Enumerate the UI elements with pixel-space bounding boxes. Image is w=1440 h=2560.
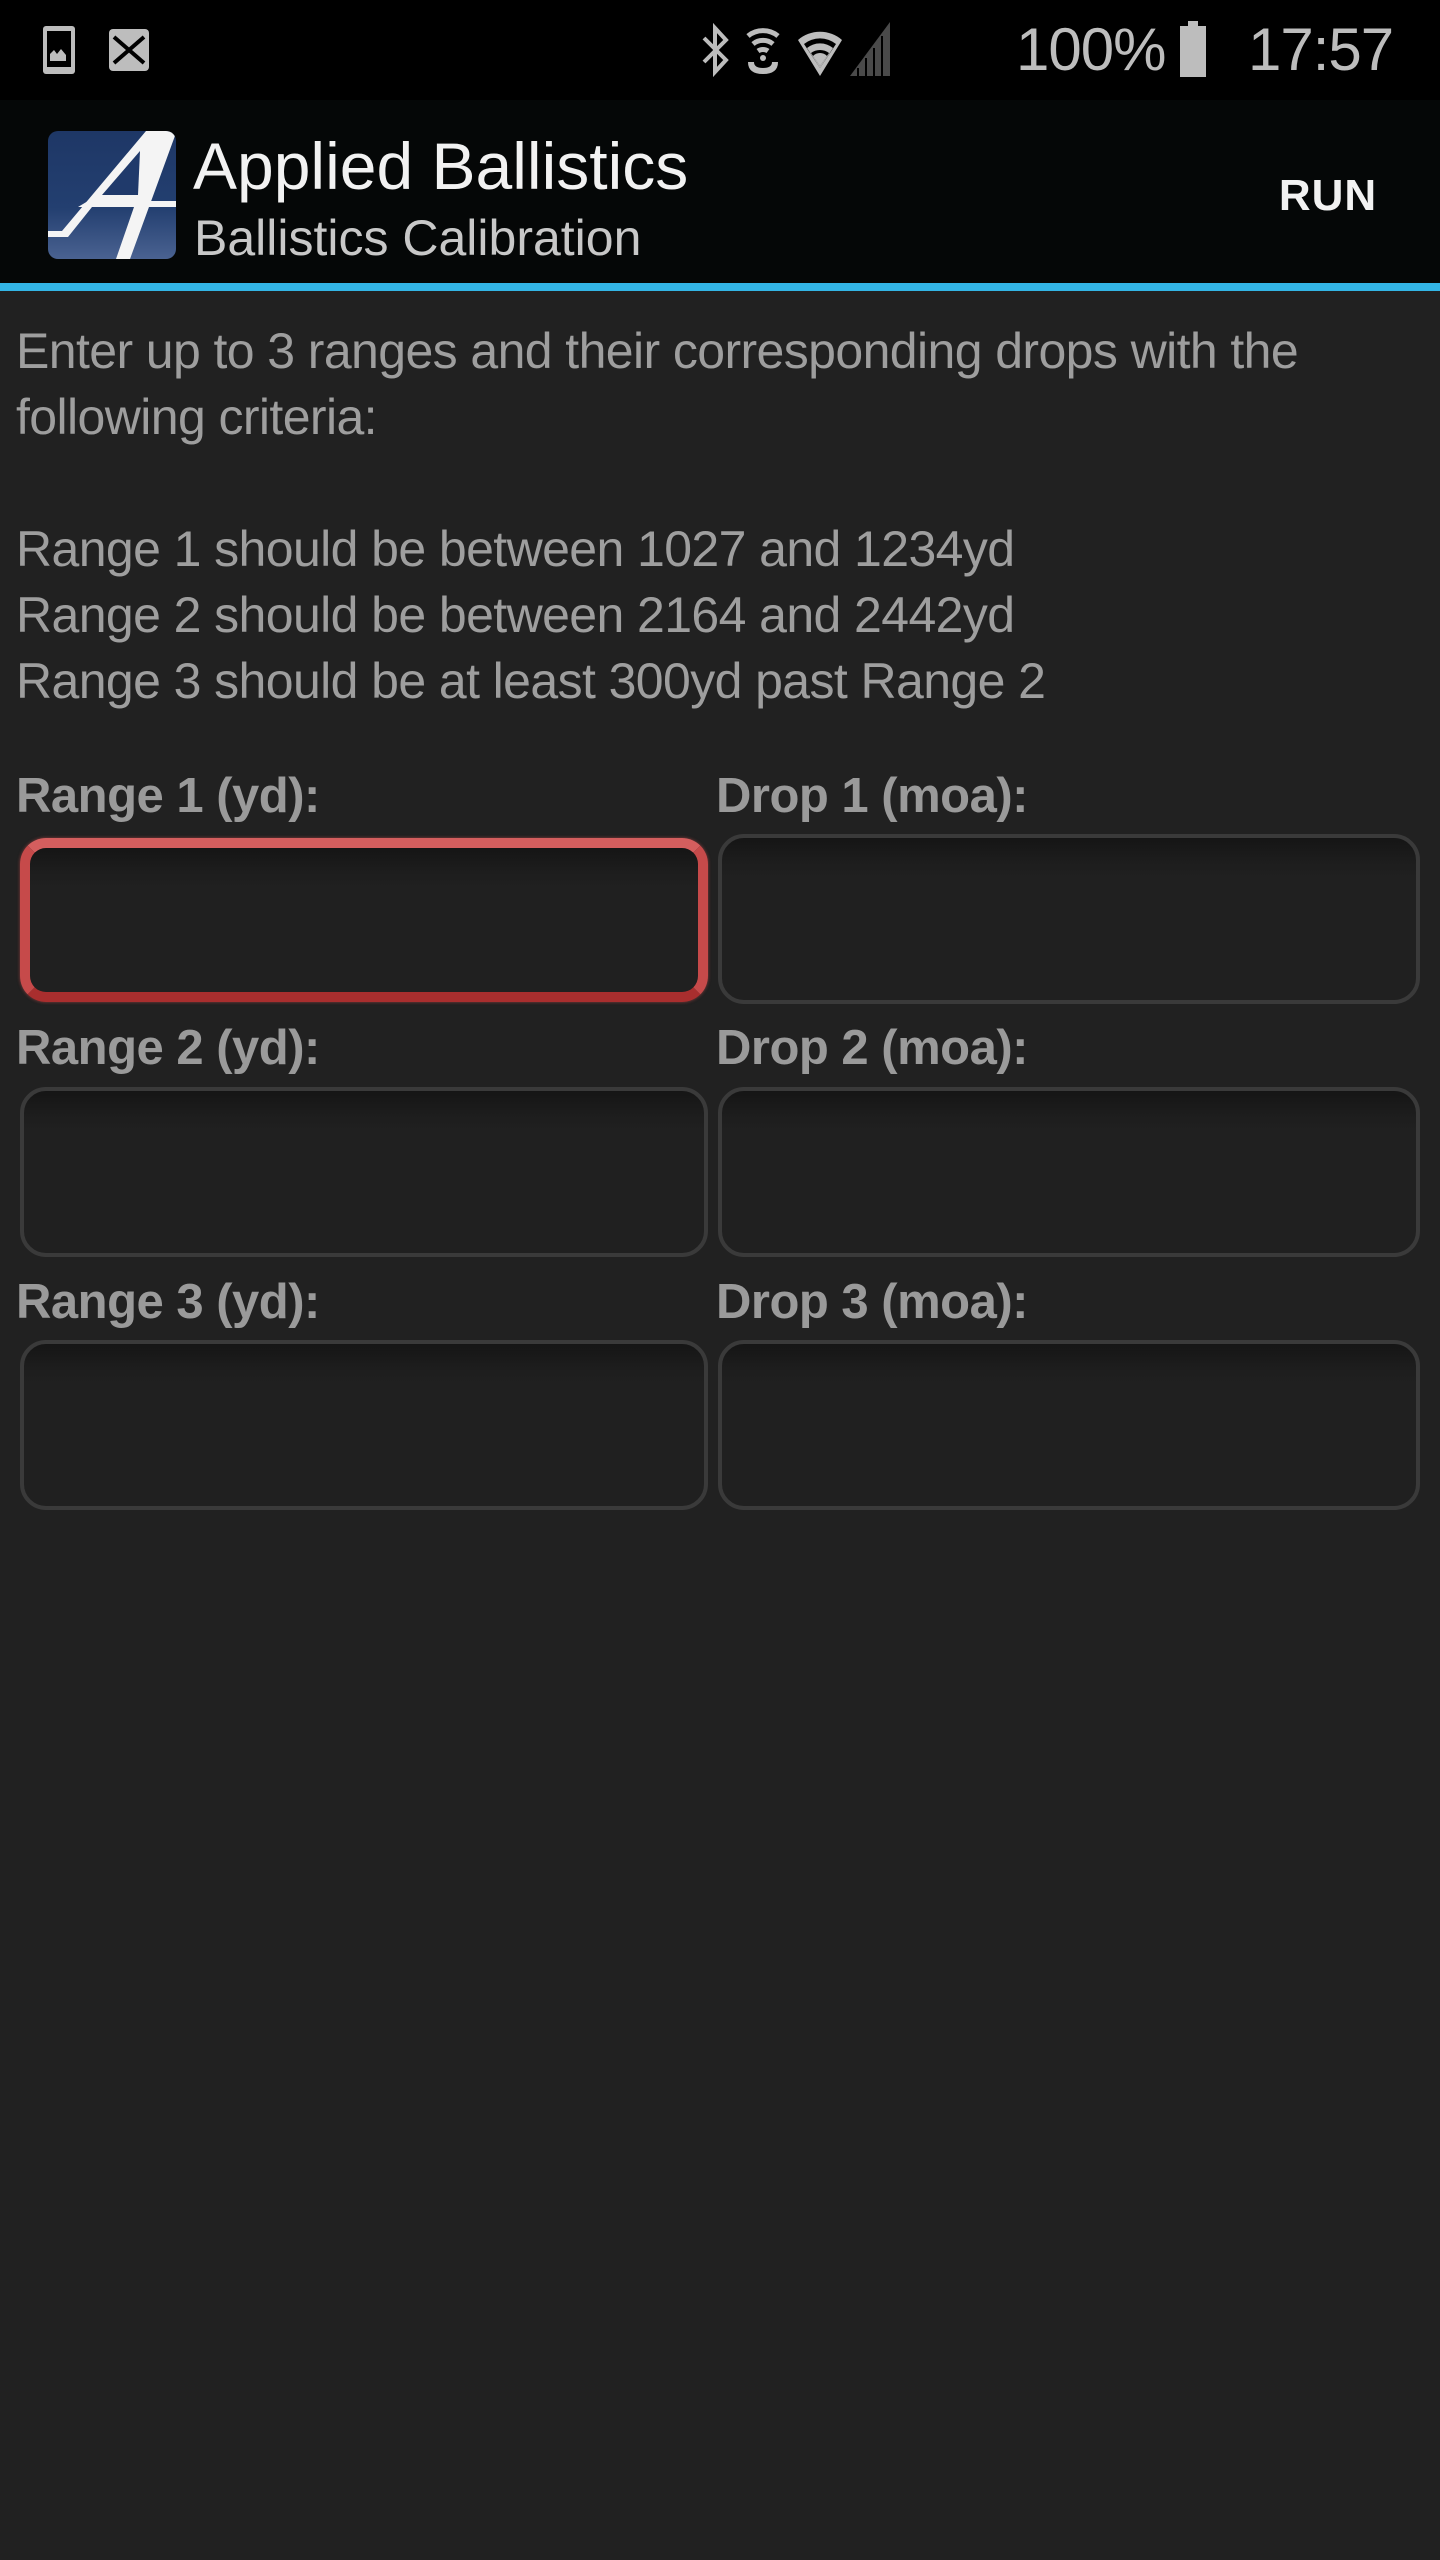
criteria-range-1: Range 1 should be between 1027 and 1234y…	[16, 521, 1015, 577]
range-2-input[interactable]	[24, 1091, 704, 1253]
wifi-icon	[798, 31, 842, 76]
mail-icon	[109, 29, 149, 71]
battery-icon	[1180, 21, 1206, 77]
range-3-label: Range 3 (yd):	[16, 1275, 320, 1329]
app-title: Applied Ballistics	[193, 129, 689, 203]
range-3-input[interactable]	[24, 1344, 704, 1506]
battery-percent: 100%	[1016, 16, 1166, 83]
criteria-range-3: Range 3 should be at least 300yd past Ra…	[16, 653, 1046, 709]
status-bar: 100% 17:57	[0, 0, 1440, 100]
criteria-range-2: Range 2 should be between 2164 and 2442y…	[16, 587, 1015, 643]
run-button[interactable]: RUN	[1256, 130, 1400, 262]
range-2-label: Range 2 (yd):	[16, 1021, 320, 1075]
drop-2-input[interactable]	[722, 1091, 1416, 1253]
drop-1-field[interactable]	[718, 834, 1420, 1004]
bluetooth-icon	[702, 22, 729, 78]
gallery-icon	[43, 26, 75, 74]
app-logo-icon[interactable]	[48, 131, 176, 259]
range-3-field[interactable]	[20, 1340, 708, 1510]
action-bar: Applied Ballistics Ballistics Calibratio…	[0, 100, 1440, 283]
instructions-intro: Enter up to 3 ranges and their correspon…	[16, 323, 1299, 445]
drop-2-field[interactable]	[718, 1087, 1420, 1257]
instructions: Enter up to 3 ranges and their correspon…	[16, 318, 1426, 714]
signal-icon	[850, 22, 890, 76]
drop-1-input[interactable]	[722, 838, 1416, 1000]
clock: 17:57	[1248, 16, 1394, 83]
drop-3-input[interactable]	[722, 1344, 1416, 1506]
range-2-field[interactable]	[20, 1087, 708, 1257]
drop-2-label: Drop 2 (moa):	[716, 1021, 1029, 1075]
range-1-label: Range 1 (yd):	[16, 769, 320, 823]
drop-3-field[interactable]	[718, 1340, 1420, 1510]
range-1-field[interactable]	[20, 838, 708, 1002]
action-bar-divider	[0, 283, 1440, 291]
drop-3-label: Drop 3 (moa):	[716, 1275, 1029, 1329]
drop-1-label: Drop 1 (moa):	[716, 769, 1029, 823]
range-1-input[interactable]	[30, 848, 698, 992]
hotspot-icon	[746, 28, 780, 74]
screen-subtitle: Ballistics Calibration	[194, 210, 642, 266]
